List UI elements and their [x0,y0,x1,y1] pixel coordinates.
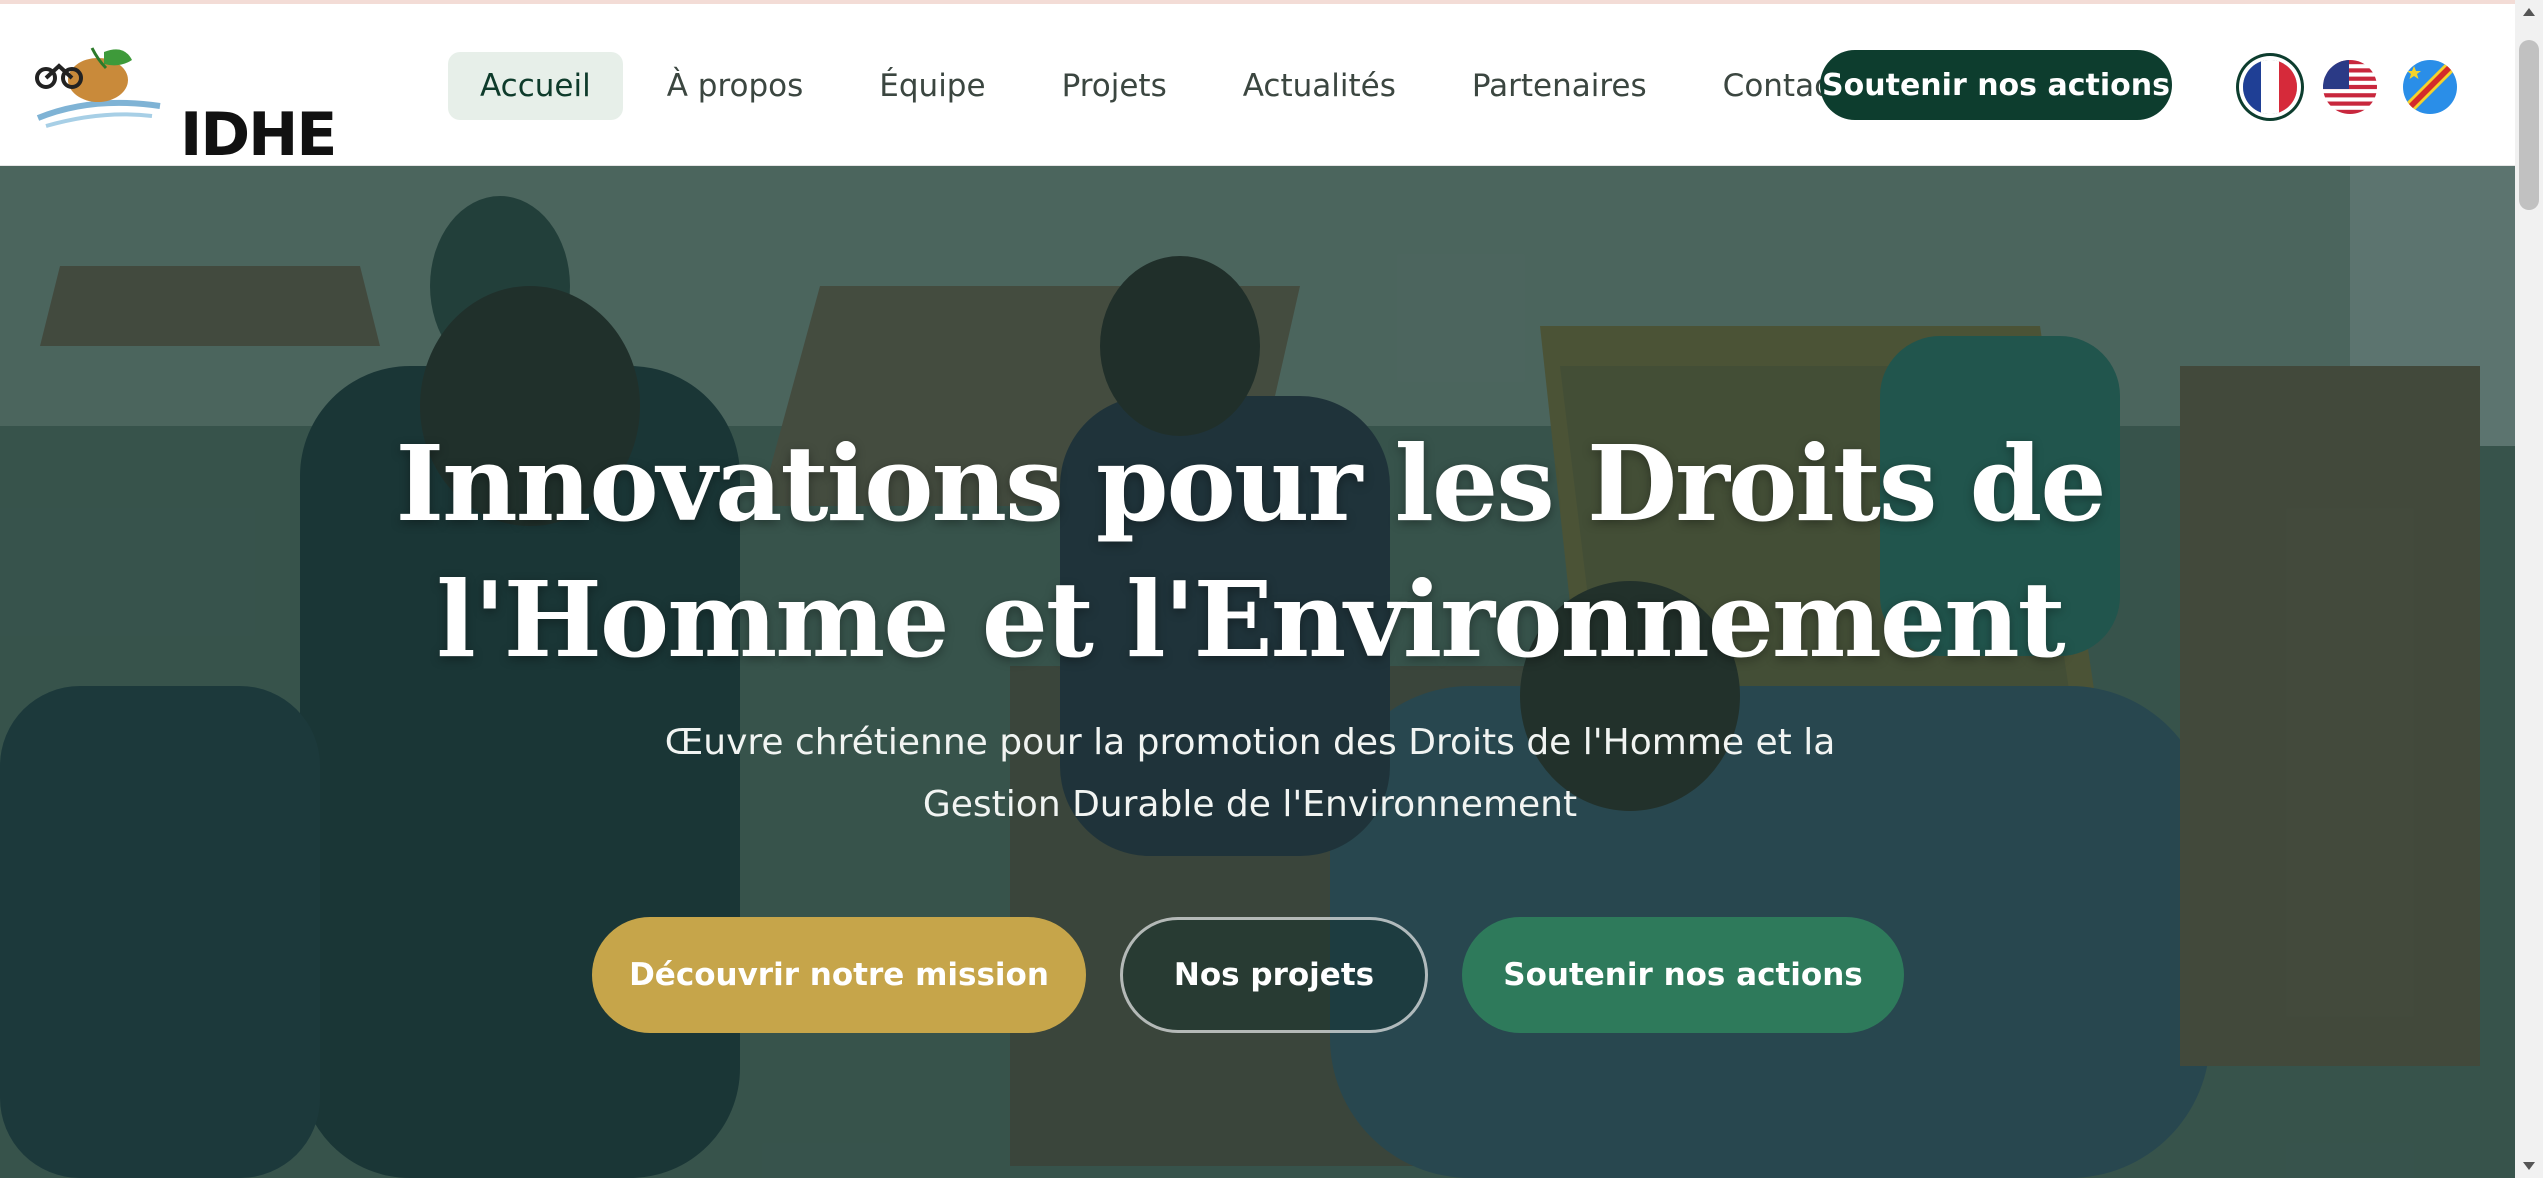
main-nav: Accueil À propos Équipe Projets Actualit… [448,50,1887,122]
hero-subtitle: Œuvre chrétienne pour la promotion des D… [560,712,1940,836]
vertical-scrollbar[interactable] [2515,0,2543,1178]
hero-title-line-2: l'Homme et l'Environnement [436,558,2065,681]
scroll-down-arrow-icon[interactable] [2523,1162,2535,1170]
nav-item-partenaires[interactable]: Partenaires [1440,52,1679,120]
nav-item-projets[interactable]: Projets [1030,52,1199,120]
logo-text: IDHE [180,100,337,170]
drc-flag-icon[interactable] [2403,60,2457,114]
nav-item-actualites[interactable]: Actualités [1211,52,1428,120]
hero-subtitle-line-1: Œuvre chrétienne pour la promotion des D… [664,722,1836,763]
hero-title-line-1: Innovations pour les Droits de [395,422,2106,545]
scrollbar-thumb[interactable] [2519,40,2539,210]
our-projects-button[interactable]: Nos projets [1120,917,1428,1033]
france-flag-icon[interactable] [2243,60,2297,114]
usa-flag-icon[interactable] [2323,60,2377,114]
hero-title: Innovations pour les Droits de l'Homme e… [300,416,2200,688]
hero-subtitle-line-2: Gestion Durable de l'Environnement [922,784,1578,825]
nav-item-a-propos[interactable]: À propos [635,52,836,120]
site-logo[interactable]: IDHE [32,44,337,170]
hero-support-button[interactable]: Soutenir nos actions [1462,917,1904,1033]
scroll-up-arrow-icon[interactable] [2523,8,2535,16]
nav-item-equipe[interactable]: Équipe [847,52,1017,120]
header-support-button[interactable]: Soutenir nos actions [1820,50,2172,120]
site-header: IDHE Accueil À propos Équipe Projets Act… [0,4,2515,170]
nav-item-accueil[interactable]: Accueil [448,52,623,120]
hero-section: Innovations pour les Droits de l'Homme e… [0,166,2515,1178]
discover-mission-button[interactable]: Découvrir notre mission [592,917,1086,1033]
